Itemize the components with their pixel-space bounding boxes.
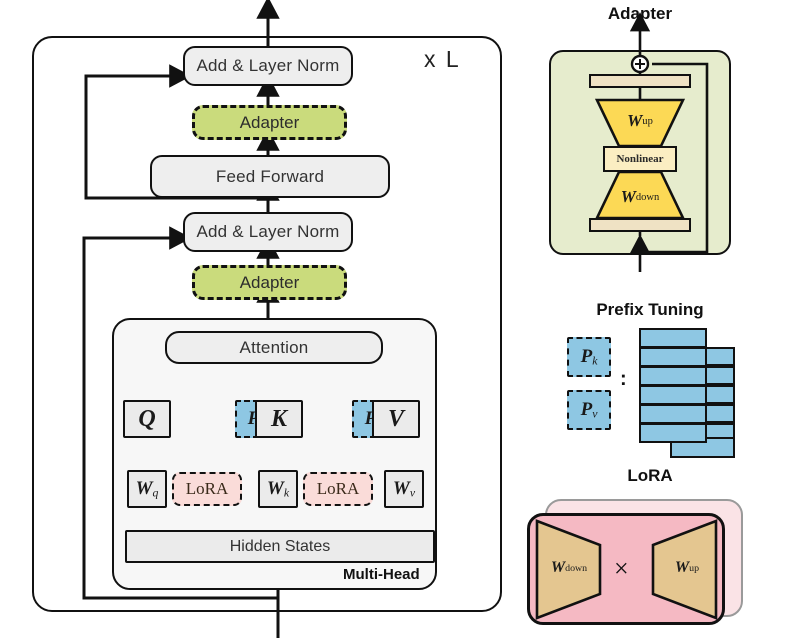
lora-detail-shapes — [535, 519, 718, 620]
figure-canvas: x L Add & Layer Norm Adapter Feed Forwar… — [0, 0, 791, 638]
lora-multiply-symbol: × — [614, 554, 629, 583]
